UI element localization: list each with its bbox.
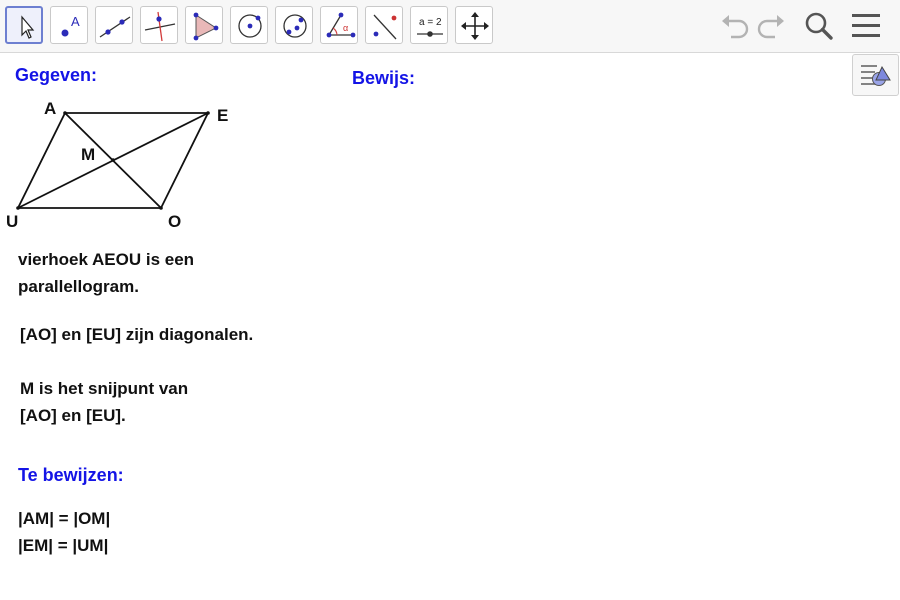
point-m[interactable] xyxy=(111,158,115,162)
label-e: E xyxy=(217,106,228,125)
line-icon xyxy=(99,16,131,38)
given-text-line-2: parallellogram. xyxy=(18,277,139,296)
svg-text:A: A xyxy=(71,14,80,29)
angle-tool-button[interactable]: α xyxy=(320,6,358,44)
line-tool-button[interactable] xyxy=(95,6,133,44)
given-text-line-3: [AO] en [EU] zijn diagonalen. xyxy=(20,325,254,344)
perpendicular-line-icon xyxy=(144,11,176,42)
to-prove-heading: Te bewijzen: xyxy=(18,465,124,485)
reflect-tool-button[interactable] xyxy=(365,6,403,44)
label-o: O xyxy=(168,212,181,231)
given-text-line-1: vierhoek AEOU is een xyxy=(18,250,195,269)
point-icon: A xyxy=(61,14,80,37)
circle-tool-button[interactable] xyxy=(230,6,268,44)
move-graphics-view-tool-button[interactable] xyxy=(455,6,493,44)
slider-icon: a = 2 xyxy=(417,17,443,37)
menu-icon[interactable] xyxy=(849,8,883,42)
redo-icon[interactable] xyxy=(754,8,788,42)
given-heading: Gegeven: xyxy=(15,65,98,85)
style-bar-toggle-button[interactable] xyxy=(852,54,899,96)
label-u: U xyxy=(6,212,18,231)
slider-tool-button[interactable]: a = 2 xyxy=(410,6,448,44)
label-m: M xyxy=(81,145,95,164)
given-text-line-5: [AO] en [EU]. xyxy=(20,406,126,425)
svg-text:a = 2: a = 2 xyxy=(419,17,442,28)
style-bar-icon xyxy=(861,65,891,86)
given-text-line-4: M is het snijpunt van xyxy=(20,379,189,398)
reflect-line-icon xyxy=(373,14,397,40)
polygon-icon xyxy=(193,12,219,41)
circle-through-points-icon xyxy=(283,14,307,38)
move-cross-arrows-icon xyxy=(461,12,489,40)
ellipse-tool-button[interactable] xyxy=(275,6,313,44)
to-prove-line-2: |EM| = |UM| xyxy=(18,536,109,555)
polygon-tool-button[interactable] xyxy=(185,6,223,44)
undo-icon[interactable] xyxy=(718,8,752,42)
parallelogram-figure: A E U O M xyxy=(6,99,228,231)
to-prove-line-1: |AM| = |OM| xyxy=(18,509,111,528)
svg-text:α: α xyxy=(343,23,348,33)
move-tool-button[interactable] xyxy=(5,6,43,44)
toolbar: A α a = 2 xyxy=(0,0,900,53)
angle-icon: α xyxy=(326,12,356,38)
label-a: A xyxy=(44,99,56,118)
search-icon[interactable] xyxy=(802,8,836,42)
point-u[interactable] xyxy=(16,206,20,210)
point-a[interactable] xyxy=(63,111,67,115)
proof-heading: Bewijs: xyxy=(352,68,416,88)
cursor-arrow-icon xyxy=(21,15,35,39)
point-tool-button[interactable]: A xyxy=(50,6,88,44)
circle-with-center-icon xyxy=(238,14,262,38)
point-e[interactable] xyxy=(206,111,210,115)
point-o[interactable] xyxy=(159,206,163,210)
perpendicular-line-tool-button[interactable] xyxy=(140,6,178,44)
